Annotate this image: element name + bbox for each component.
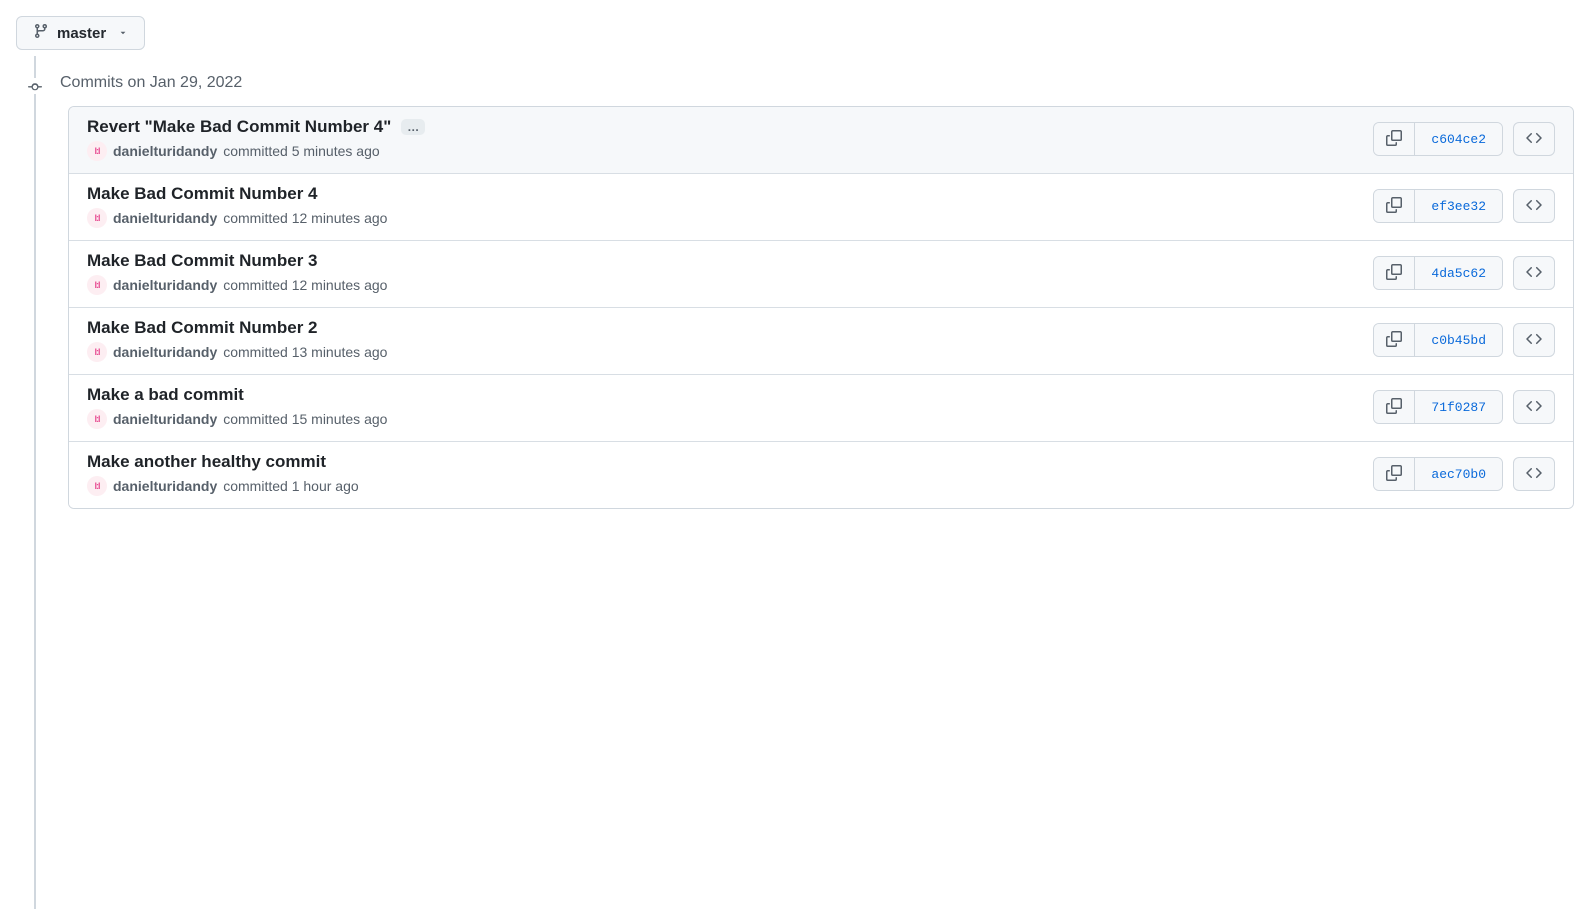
commit-meta: I:I danielturidandy committed 12 minutes a… <box>87 275 1373 295</box>
copy-sha-button[interactable] <box>1374 458 1414 490</box>
commit-row: Make Bad Commit Number 4 I:I danielturidan… <box>69 174 1573 241</box>
commit-meta: I:I danielturidandy committed 15 minutes a… <box>87 409 1373 429</box>
copy-sha-button[interactable] <box>1374 123 1414 155</box>
avatar[interactable]: I:I <box>87 409 107 429</box>
commit-meta: I:I danielturidandy committed 12 minutes a… <box>87 208 1373 228</box>
browse-repo-button[interactable] <box>1513 122 1555 156</box>
commit-actions: c0b45bd <box>1373 323 1555 357</box>
commits-date-heading: Commits on Jan 29, 2022 <box>60 74 1574 92</box>
commit-row: Make Bad Commit Number 2 I:I danielturidan… <box>69 308 1573 375</box>
commit-actions: c604ce2 <box>1373 122 1555 156</box>
commit-main: Make a bad commit I:I danielturidandy commi… <box>87 385 1373 429</box>
commit-title-text[interactable]: Make Bad Commit Number 3 <box>87 251 318 271</box>
commit-title[interactable]: Make a bad commit <box>87 385 1373 405</box>
sha-button-group: c604ce2 <box>1373 122 1503 156</box>
commit-title[interactable]: Make Bad Commit Number 3 <box>87 251 1373 271</box>
commit-title[interactable]: Make Bad Commit Number 2 <box>87 318 1373 338</box>
copy-sha-button[interactable] <box>1374 324 1414 356</box>
commit-time: committed 15 minutes ago <box>223 411 387 427</box>
author-link[interactable]: danielturidandy <box>113 478 217 494</box>
sha-button-group: aec70b0 <box>1373 457 1503 491</box>
sha-link[interactable]: aec70b0 <box>1414 458 1502 490</box>
copy-sha-button[interactable] <box>1374 391 1414 423</box>
commit-meta: I:I danielturidandy committed 5 minutes ag… <box>87 141 1373 161</box>
commit-time: committed 12 minutes ago <box>223 277 387 293</box>
copy-icon <box>1386 197 1402 216</box>
commit-title-text[interactable]: Revert "Make Bad Commit Number 4" <box>87 117 391 137</box>
commit-title-text[interactable]: Make Bad Commit Number 2 <box>87 318 318 338</box>
commit-main: Make another healthy commit I:I danielturi… <box>87 452 1373 496</box>
browse-repo-button[interactable] <box>1513 390 1555 424</box>
commit-meta: I:I danielturidandy committed 13 minutes a… <box>87 342 1373 362</box>
commit-main: Make Bad Commit Number 4 I:I danielturidan… <box>87 184 1373 228</box>
avatar[interactable]: I:I <box>87 208 107 228</box>
commit-time: committed 12 minutes ago <box>223 210 387 226</box>
commit-actions: ef3ee32 <box>1373 189 1555 223</box>
timeline-line <box>34 56 36 909</box>
browse-repo-button[interactable] <box>1513 457 1555 491</box>
commit-row: Make another healthy commit I:I danielturi… <box>69 442 1573 508</box>
author-link[interactable]: danielturidandy <box>113 344 217 360</box>
commit-title-text[interactable]: Make Bad Commit Number 4 <box>87 184 318 204</box>
copy-icon <box>1386 264 1402 283</box>
copy-sha-button[interactable] <box>1374 190 1414 222</box>
copy-icon <box>1386 465 1402 484</box>
sha-link[interactable]: 4da5c62 <box>1414 257 1502 289</box>
code-icon <box>1526 398 1542 417</box>
branch-selector[interactable]: master <box>16 16 145 50</box>
code-icon <box>1526 465 1542 484</box>
sha-button-group: c0b45bd <box>1373 323 1503 357</box>
copy-icon <box>1386 398 1402 417</box>
author-link[interactable]: danielturidandy <box>113 411 217 427</box>
commit-title[interactable]: Revert "Make Bad Commit Number 4" … <box>87 117 1373 137</box>
commit-dot-icon <box>28 80 42 94</box>
browse-repo-button[interactable] <box>1513 323 1555 357</box>
sha-link[interactable]: 71f0287 <box>1414 391 1502 423</box>
sha-link[interactable]: c604ce2 <box>1414 123 1502 155</box>
commit-list: Revert "Make Bad Commit Number 4" … I:I dan… <box>68 106 1574 509</box>
sha-button-group: ef3ee32 <box>1373 189 1503 223</box>
commit-time: committed 1 hour ago <box>223 478 358 494</box>
sha-button-group: 4da5c62 <box>1373 256 1503 290</box>
sha-link[interactable]: c0b45bd <box>1414 324 1502 356</box>
branch-name: master <box>57 25 106 42</box>
commit-title[interactable]: Make another healthy commit <box>87 452 1373 472</box>
commit-main: Make Bad Commit Number 3 I:I danielturidan… <box>87 251 1373 295</box>
commit-main: Make Bad Commit Number 2 I:I danielturidan… <box>87 318 1373 362</box>
commit-title-text[interactable]: Make another healthy commit <box>87 452 326 472</box>
avatar[interactable]: I:I <box>87 342 107 362</box>
copy-icon <box>1386 130 1402 149</box>
git-branch-icon <box>33 23 49 43</box>
commit-actions: 71f0287 <box>1373 390 1555 424</box>
code-icon <box>1526 331 1542 350</box>
author-link[interactable]: danielturidandy <box>113 277 217 293</box>
chevron-down-icon <box>118 25 128 42</box>
expand-message-button[interactable]: … <box>401 119 425 135</box>
commit-actions: 4da5c62 <box>1373 256 1555 290</box>
commit-main: Revert "Make Bad Commit Number 4" … I:I dan… <box>87 117 1373 161</box>
browse-repo-button[interactable] <box>1513 256 1555 290</box>
commit-row: Make a bad commit I:I danielturidandy commi… <box>69 375 1573 442</box>
author-link[interactable]: danielturidandy <box>113 143 217 159</box>
commit-meta: I:I danielturidandy committed 1 hour ago <box>87 476 1373 496</box>
sha-button-group: 71f0287 <box>1373 390 1503 424</box>
commit-row: Make Bad Commit Number 3 I:I danielturidan… <box>69 241 1573 308</box>
avatar[interactable]: I:I <box>87 141 107 161</box>
author-link[interactable]: danielturidandy <box>113 210 217 226</box>
commit-actions: aec70b0 <box>1373 457 1555 491</box>
commit-title-text[interactable]: Make a bad commit <box>87 385 244 405</box>
commit-time: committed 5 minutes ago <box>223 143 379 159</box>
commit-time: committed 13 minutes ago <box>223 344 387 360</box>
avatar[interactable]: I:I <box>87 275 107 295</box>
browse-repo-button[interactable] <box>1513 189 1555 223</box>
sha-link[interactable]: ef3ee32 <box>1414 190 1502 222</box>
code-icon <box>1526 264 1542 283</box>
commit-title[interactable]: Make Bad Commit Number 4 <box>87 184 1373 204</box>
avatar[interactable]: I:I <box>87 476 107 496</box>
commit-row: Revert "Make Bad Commit Number 4" … I:I dan… <box>69 107 1573 174</box>
copy-sha-button[interactable] <box>1374 257 1414 289</box>
copy-icon <box>1386 331 1402 350</box>
code-icon <box>1526 130 1542 149</box>
code-icon <box>1526 197 1542 216</box>
